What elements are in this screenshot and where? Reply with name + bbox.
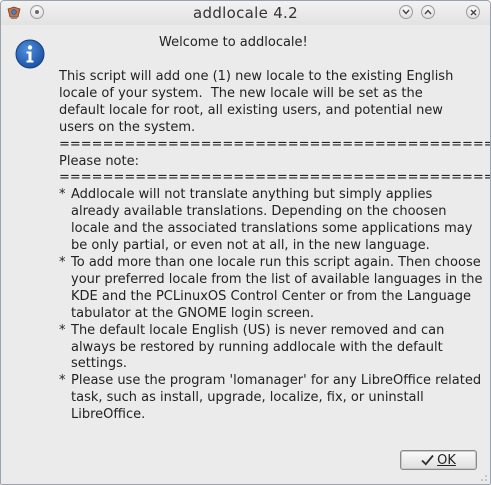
info-icon [15,39,45,69]
bullet-marker: * [59,322,66,338]
bullet-marker: * [59,187,66,203]
note-label: Please note: [59,153,139,169]
bullet-item: * Addlocale will not translate anything … [59,187,481,255]
minimize-button[interactable] [399,5,413,19]
intro-line: users on the system. [59,119,196,135]
dialog-content: Welcome to addlocale! This script will a… [1,25,490,484]
window-title: addlocale 4.2 [193,4,298,22]
separator-line: ======================================== [59,136,491,152]
bullet-item: * To add more than one locale run this s… [59,255,483,323]
intro-line: This script will add one (1) new locale … [59,69,454,84]
dialog-window: addlocale 4.2 Welcome to addlocale! This [0,0,491,485]
bullet-text: To add more than one locale run this scr… [71,254,483,321]
intro-line: default locale for root, all existing us… [59,102,443,118]
checkmark-icon [421,454,434,466]
bullet-text: Please use the program 'lomanager' for a… [71,373,482,423]
separator-line: ======================================== [59,170,491,186]
message-body: This script will add one (1) new locale … [59,69,491,424]
bullet-item: * The default locale English (US) is nev… [59,323,471,374]
maximize-button[interactable] [421,5,435,19]
bullet-item: * Please use the program 'lomanager' for… [59,373,490,424]
resize-grip-icon[interactable] [480,474,488,482]
bullet-text: Addlocale will not translate anything bu… [71,187,473,254]
intro-line: locale of your system. The new locale wi… [59,85,423,101]
bullet-marker: * [59,254,66,270]
bullet-marker: * [59,373,66,389]
bullet-text: The default locale English (US) is never… [71,322,445,372]
dialog-heading: Welcome to addlocale! [159,35,308,50]
close-icon [470,9,476,15]
title-bar[interactable]: addlocale 4.2 [1,1,490,25]
ok-button[interactable]: OK [400,450,477,470]
close-button[interactable] [466,5,480,19]
chevron-up-icon [424,9,432,15]
ok-button-label: OK [437,452,456,468]
chevron-down-icon [402,9,410,15]
